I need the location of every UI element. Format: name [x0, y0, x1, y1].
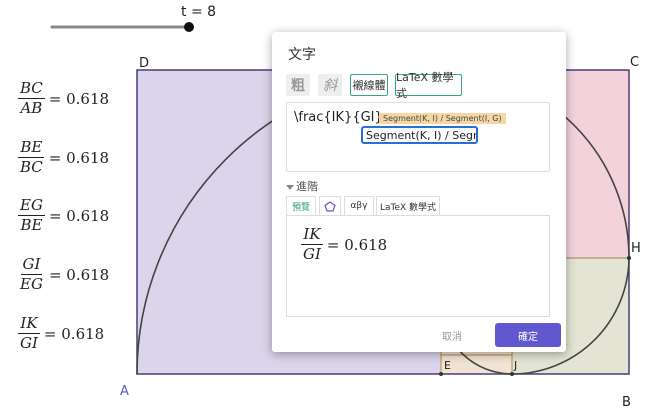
ratio-bc-ab[interactable]: BC AB = 0.618 — [18, 80, 109, 117]
ratio-value: = 0.618 — [48, 148, 110, 167]
numerator: BE — [18, 138, 45, 158]
ratio-eg-be[interactable]: EG BE = 0.618 — [18, 197, 109, 234]
ratio-be-bc[interactable]: BE BC = 0.618 — [18, 139, 109, 176]
ratio-value: = 0.618 — [48, 206, 110, 225]
ratio-gi-eg[interactable]: GI EG = 0.618 — [18, 256, 109, 293]
point-b-label: B — [622, 395, 631, 410]
ok-button[interactable]: 確定 — [495, 323, 561, 347]
point-h-marker[interactable] — [627, 256, 631, 260]
tab-latex[interactable]: LaTeX 數學式 — [376, 196, 440, 215]
ratio-ik-gi[interactable]: IK GI = 0.618 — [18, 315, 104, 352]
numerator: BC — [18, 79, 45, 99]
numerator: GI — [20, 255, 43, 275]
tab-objects[interactable] — [319, 196, 341, 215]
denominator: GI — [20, 334, 38, 352]
point-d-label: D — [139, 56, 150, 71]
preview-formula: IK GI = 0.618 — [301, 226, 387, 263]
point-h-label: H — [631, 241, 641, 256]
denominator: BE — [20, 216, 43, 234]
dynamic-object-input[interactable]: Segment(K, I) / Segment(I, G) — [361, 126, 478, 144]
serif-button[interactable]: 襯線體 — [350, 74, 388, 96]
point-e-label: E — [444, 359, 451, 372]
fraction: IK GI — [18, 315, 40, 352]
denominator: BC — [20, 158, 43, 176]
fraction: GI EG — [18, 256, 45, 293]
polygon-icon — [324, 200, 336, 212]
latex-button[interactable]: LaTeX 數學式 — [395, 71, 462, 100]
triangle-down-icon — [286, 184, 294, 190]
preview-value: = 0.618 — [326, 235, 388, 254]
denominator: EG — [20, 275, 43, 293]
preview-panel: IK GI = 0.618 — [286, 215, 550, 317]
slider-handle[interactable] — [184, 22, 194, 32]
point-j-marker[interactable] — [510, 372, 514, 376]
denominator: AB — [20, 99, 43, 117]
fraction: IK GI — [301, 226, 323, 263]
dynamic-object-chip[interactable]: Segment(K, I) / Segment(I, G) — [379, 113, 506, 124]
ratio-value: = 0.618 — [43, 324, 105, 343]
point-c-label: C — [630, 55, 640, 70]
slider-label: t = 8 — [181, 4, 217, 20]
advanced-label: 進階 — [296, 180, 318, 193]
numerator: IK — [18, 314, 40, 334]
cancel-button[interactable]: 取消 — [442, 328, 462, 343]
text-dialog: 文字 粗 斜 襯線體 LaTeX 數學式 \frac{IK}{GI}= Segm… — [272, 32, 566, 352]
fraction: EG BE — [18, 197, 45, 234]
fraction: BE BC — [18, 139, 45, 176]
point-e-marker[interactable] — [439, 372, 443, 376]
tab-preview[interactable]: 預覽 — [286, 196, 316, 215]
numerator: IK — [301, 225, 323, 245]
ratio-value: = 0.618 — [48, 89, 110, 108]
text-editor[interactable]: \frac{IK}{GI}= Segment(K, I) / Segment(I… — [286, 102, 550, 172]
fraction: BC AB — [18, 80, 45, 117]
point-j-label: J — [514, 359, 518, 372]
italic-button[interactable]: 斜 — [318, 74, 342, 96]
numerator: EG — [18, 196, 45, 216]
denominator: GI — [303, 245, 321, 263]
tab-greek[interactable]: αβγ — [344, 196, 374, 215]
bold-button[interactable]: 粗 — [286, 74, 310, 96]
dialog-title: 文字 — [288, 47, 316, 63]
point-a-label: A — [120, 384, 129, 399]
ratio-value: = 0.618 — [48, 265, 110, 284]
advanced-toggle[interactable]: 進階 — [286, 178, 318, 194]
